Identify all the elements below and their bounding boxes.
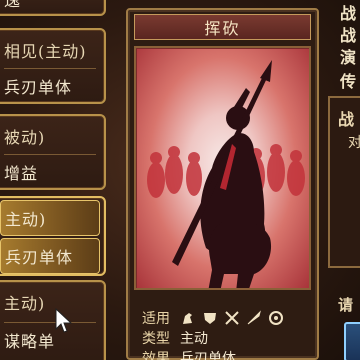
type-row: 类型 主动 bbox=[142, 328, 208, 348]
cavalry-icon bbox=[183, 313, 192, 324]
applicable-row: 适用 bbox=[142, 308, 290, 328]
skill-header: 相见(主动) bbox=[4, 42, 87, 61]
applicable-label: 适用 bbox=[142, 311, 170, 327]
cursor-icon bbox=[55, 308, 73, 333]
skill-group-3-selected[interactable]: 主动) 兵刃单体 bbox=[0, 196, 106, 276]
skill-detail: 增益 bbox=[4, 164, 39, 183]
skill-group-top[interactable]: 逸 ▾ bbox=[0, 0, 106, 16]
hint-text: 请 bbox=[338, 296, 354, 314]
skill-top-label: 逸 bbox=[4, 0, 22, 10]
skill-list: 逸 ▾ 相见(主动) 兵刃单体 被动) 增益 主动) 兵刃单体 主动) 谋略单 bbox=[0, 0, 108, 360]
type-value: 主动 bbox=[180, 331, 208, 347]
skill-group-2[interactable]: 被动) 增益 bbox=[0, 114, 106, 190]
shield-icon bbox=[204, 313, 216, 324]
siege-icon bbox=[269, 311, 283, 325]
skill-detail: 兵刃单体 bbox=[4, 78, 73, 97]
skill-header: 被动) bbox=[4, 128, 46, 147]
detail-panel: 战 对 bbox=[328, 96, 360, 268]
warrior-illustration bbox=[136, 48, 309, 288]
skill-group-4[interactable]: 主动) 谋略单 bbox=[0, 280, 106, 360]
action-button[interactable] bbox=[344, 322, 360, 360]
skill-detail: 兵刃单体 bbox=[0, 238, 100, 274]
stat-label: 演 bbox=[340, 48, 357, 67]
skill-info: 适用 类型 主动 效果 兵刃单体 bbox=[134, 308, 314, 360]
card-title: 挥砍 bbox=[134, 14, 311, 40]
panel-title: 战 bbox=[338, 110, 355, 129]
skill-detail: 谋略单 bbox=[4, 332, 56, 351]
type-label: 类型 bbox=[142, 331, 170, 347]
spear-icon bbox=[247, 310, 261, 325]
stat-label: 战 bbox=[340, 4, 357, 23]
skill-header: 主动) bbox=[0, 200, 100, 236]
effect-row: 效果 兵刃单体 bbox=[142, 348, 236, 360]
panel-text: 对 bbox=[348, 135, 360, 151]
stat-label: 传 bbox=[340, 72, 357, 91]
bow-icon bbox=[225, 311, 239, 325]
effect-label: 效果 bbox=[142, 351, 170, 360]
skill-artwork bbox=[134, 46, 311, 290]
skill-card: 挥砍 适用 类型 主动 效果 兵刃单体 bbox=[126, 8, 319, 360]
skill-group-1[interactable]: 相见(主动) 兵刃单体 bbox=[0, 28, 106, 104]
effect-value: 兵刃单体 bbox=[180, 351, 236, 360]
stat-label: 战 bbox=[340, 26, 357, 45]
skill-header: 主动) bbox=[4, 294, 46, 313]
